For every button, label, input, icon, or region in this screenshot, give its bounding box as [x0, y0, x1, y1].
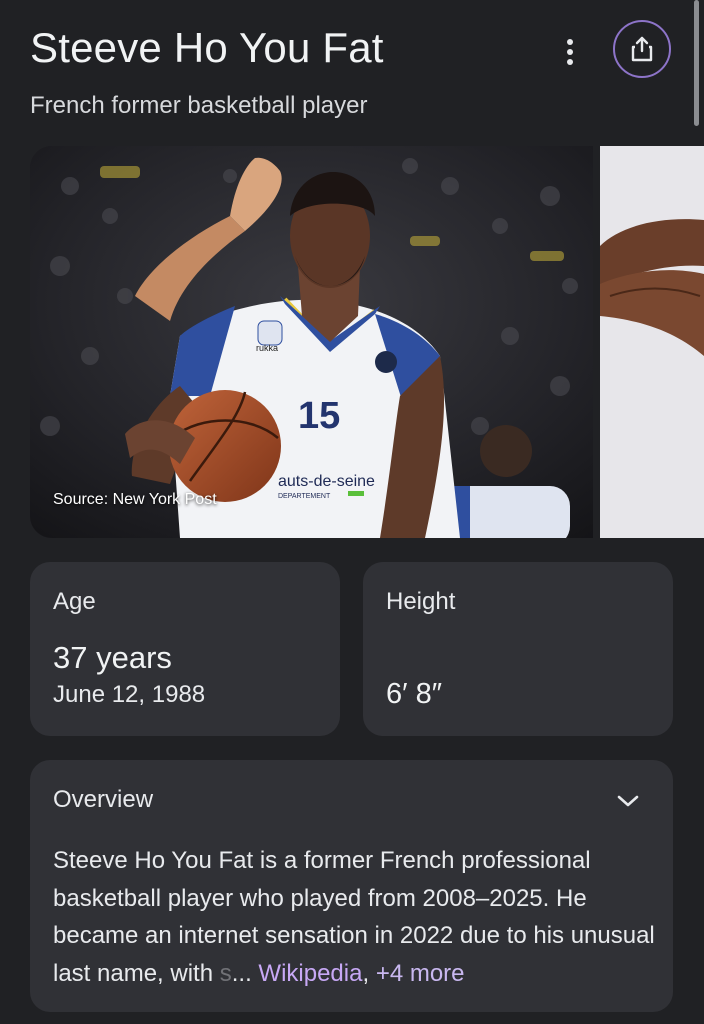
more-options-button[interactable]	[552, 34, 588, 70]
image-source-caption: Source: New York Post	[53, 491, 217, 508]
chevron-down-icon	[617, 795, 639, 807]
age-value: 37 years	[53, 640, 172, 675]
second-photo-illustration	[600, 146, 704, 538]
overview-ellipsis: ...	[231, 959, 252, 987]
jersey-number-text: 15	[298, 395, 340, 437]
overview-card: Overview Steeve Ho You Fat is a former F…	[30, 760, 673, 1012]
age-card[interactable]: Age 37 years June 12, 1988	[30, 562, 340, 736]
overview-comma: ,	[362, 959, 370, 987]
entity-subtitle: French former basketball player	[30, 92, 368, 119]
player-photo-illustration: rukka 15 auts-de-seine DEPARTEMENT	[30, 146, 593, 538]
overview-text: Steeve Ho You Fat is a former French pro…	[53, 842, 658, 992]
height-value: 6′ 8″	[386, 678, 443, 710]
expand-overview-button[interactable]	[610, 786, 646, 816]
scrollbar[interactable]	[694, 0, 699, 126]
age-label: Age	[53, 588, 96, 615]
entity-title: Steeve Ho You Fat	[30, 24, 384, 71]
second-photo[interactable]	[600, 146, 704, 538]
more-sources-link[interactable]: +4 more	[376, 960, 465, 987]
overview-title: Overview	[53, 786, 154, 813]
jersey-brand-text: rukka	[256, 343, 278, 353]
height-label: Height	[386, 588, 456, 615]
share-button[interactable]	[613, 20, 671, 78]
knowledge-panel: Steeve Ho You Fat French former basketba…	[0, 0, 704, 1024]
jersey-sponsor-sub-text: DEPARTEMENT	[278, 493, 331, 500]
jersey-sponsor-text: auts-de-seine	[278, 473, 375, 490]
vertical-dots-icon	[567, 39, 573, 65]
height-card[interactable]: Height 6′ 8″	[363, 562, 673, 736]
birth-date: June 12, 1988	[53, 681, 206, 708]
share-icon	[631, 36, 653, 62]
wikipedia-link[interactable]: Wikipedia	[258, 960, 362, 987]
overview-faded-char: s	[219, 959, 232, 987]
player-photo[interactable]: rukka 15 auts-de-seine DEPARTEMENT Sourc…	[30, 146, 593, 538]
